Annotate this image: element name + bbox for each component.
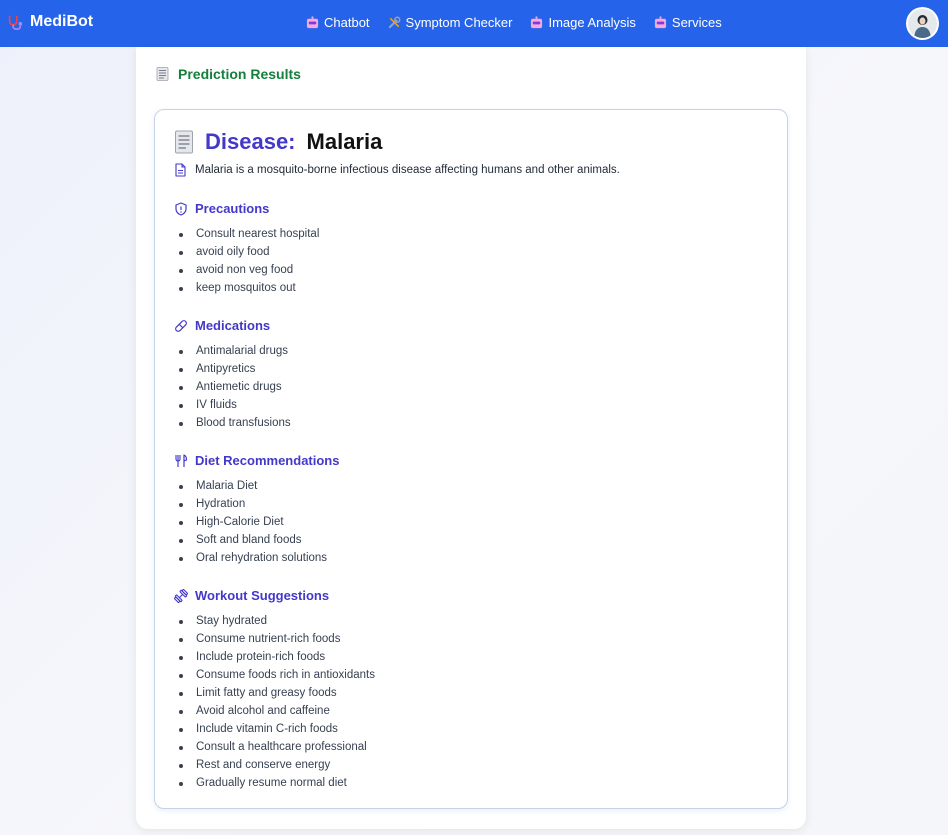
section-diet-title: Diet Recommendations — [174, 453, 339, 468]
list-item: Antimalarial drugs — [179, 342, 291, 360]
section-title-text: Precautions — [195, 201, 270, 216]
disease-description: Malaria is a mosquito-borne infectious d… — [174, 163, 620, 177]
list-item: Gradually resume normal diet — [179, 774, 375, 792]
section-title-text: Medications — [195, 318, 271, 333]
disease-label: Disease: — [205, 129, 296, 154]
document-icon — [156, 67, 169, 81]
list-item: Include protein-rich foods — [179, 648, 375, 666]
file-text-icon — [175, 163, 186, 177]
pill-icon — [175, 319, 187, 332]
list-item: Stay hydrated — [179, 612, 375, 630]
nav-item-image-analysis[interactable]: Image Analysis — [530, 15, 636, 30]
tools-icon — [388, 16, 400, 29]
robot-icon — [654, 16, 666, 29]
shield-icon — [175, 201, 187, 216]
section-workout-title: Workout Suggestions — [174, 588, 329, 603]
list-item: Consume foods rich in antioxidants — [179, 666, 375, 684]
person-icon — [908, 9, 937, 38]
brand-logo[interactable]: MediBot — [6, 13, 93, 31]
list-item: Rest and conserve energy — [179, 756, 375, 774]
list-item: keep mosquitos out — [178, 279, 319, 297]
document-icon — [175, 130, 193, 154]
precautions-list: Consult nearest hospital avoid oily food… — [178, 225, 319, 297]
stethoscope-icon — [8, 15, 23, 31]
nav-item-label: Symptom Checker — [405, 15, 513, 30]
list-item: Hydration — [178, 495, 327, 513]
results-panel: Prediction Results Disease: Malaria Mala… — [136, 47, 806, 829]
robot-icon — [306, 16, 319, 29]
section-title-text: Diet Recommendations — [195, 453, 340, 468]
nav-item-label: Services — [671, 15, 722, 30]
section-title-text: Workout Suggestions — [195, 588, 330, 603]
list-item: Consult nearest hospital — [178, 225, 319, 243]
list-item: avoid non veg food — [178, 261, 319, 279]
medications-list: Antimalarial drugs Antipyretics Antiemet… — [179, 342, 291, 432]
list-item: Oral rehydration solutions — [178, 549, 327, 567]
list-item: Include vitamin C-rich foods — [179, 720, 375, 738]
list-item: Consult a healthcare professional — [179, 738, 375, 756]
list-item: Blood transfusions — [179, 414, 291, 432]
nav-item-services[interactable]: Services — [654, 15, 722, 30]
list-item: avoid oily food — [178, 243, 319, 261]
diet-list: Malaria Diet Hydration High-Calorie Diet… — [178, 477, 327, 567]
nav-item-symptom-checker[interactable]: Symptom Checker — [388, 15, 513, 30]
top-navbar: MediBot Chatbot Symptom Checker Image An… — [0, 0, 948, 47]
nav-item-label: Image Analysis — [548, 15, 636, 30]
disease-name: Malaria — [306, 129, 383, 154]
nav-item-chatbot[interactable]: Chatbot — [306, 15, 370, 30]
list-item: Consume nutrient-rich foods — [179, 630, 375, 648]
nav-menu: Chatbot Symptom Checker Image Analysis S… — [306, 15, 722, 30]
robot-icon — [531, 16, 543, 29]
list-item: Soft and bland foods — [178, 531, 327, 549]
brand-name: MediBot — [30, 13, 94, 30]
list-item: Malaria Diet — [178, 477, 327, 495]
list-item: Antipyretics — [179, 360, 291, 378]
utensils-icon — [175, 453, 188, 467]
dumbbell-icon — [174, 588, 188, 603]
results-heading: Prediction Results — [156, 66, 301, 82]
workout-list: Stay hydrated Consume nutrient-rich food… — [179, 612, 375, 792]
list-item: Avoid alcohol and caffeine — [179, 702, 375, 720]
list-item: Limit fatty and greasy foods — [179, 684, 375, 702]
list-item: High-Calorie Diet — [178, 513, 327, 531]
section-medications-title: Medications — [174, 318, 270, 333]
description-text: Malaria is a mosquito-borne infectious d… — [195, 164, 620, 176]
disease-card: Disease: Malaria Malaria is a mosquito-b… — [154, 109, 788, 809]
avatar-image — [908, 9, 937, 38]
results-title: Prediction Results — [178, 66, 301, 82]
list-item: IV fluids — [179, 396, 291, 414]
user-avatar[interactable] — [906, 7, 939, 40]
section-precautions-title: Precautions — [174, 201, 269, 216]
disease-heading: Disease: Malaria — [174, 129, 382, 155]
nav-item-label: Chatbot — [324, 15, 370, 30]
list-item: Antiemetic drugs — [179, 378, 291, 396]
